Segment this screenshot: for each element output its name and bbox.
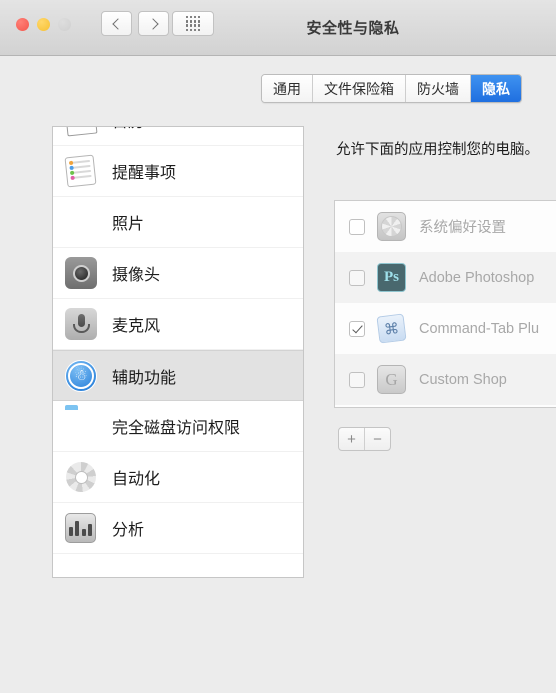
- folder-icon: [64, 409, 98, 443]
- checkmark-icon: [351, 322, 363, 333]
- table-row[interactable]: ⌘ Command-Tab Plu: [335, 303, 556, 354]
- app-name: Custom Shop: [419, 371, 507, 388]
- sidebar-item-microphone[interactable]: 麦克风: [53, 299, 303, 350]
- add-app-button[interactable]: +: [339, 428, 365, 450]
- sidebar-item-partial[interactable]: [53, 554, 303, 577]
- calendar-icon: 17: [64, 127, 98, 137]
- allowed-apps-list[interactable]: 系统偏好设置 Ps Adobe Photoshop ⌘ Command-Tab …: [334, 200, 556, 408]
- sidebar-item-label: 日历: [112, 127, 144, 132]
- sidebar-item-reminders[interactable]: 提醒事项: [53, 146, 303, 197]
- system-preferences-icon: [377, 212, 406, 241]
- table-row[interactable]: Ps Adobe Photoshop: [335, 252, 556, 303]
- camera-icon: [64, 256, 98, 290]
- app-checkbox[interactable]: [349, 218, 365, 235]
- sidebar-item-label: 自动化: [112, 471, 161, 488]
- security-privacy-window: 安全性与隐私 通用 文件保险箱 防火墙 隐私 17 日历 提醒事项: [0, 0, 556, 693]
- app-name: Command-Tab Plu: [419, 320, 540, 337]
- photoshop-icon: Ps: [377, 263, 406, 292]
- add-remove-group: + −: [338, 427, 391, 451]
- reminders-icon: [64, 154, 98, 188]
- analytics-chart-icon: [64, 511, 98, 545]
- command-tab-plus-icon: ⌘: [376, 313, 407, 344]
- window-title: 安全性与隐私: [306, 20, 400, 37]
- microphone-icon: [64, 307, 98, 341]
- sidebar-item-calendar[interactable]: 17 日历: [53, 127, 303, 146]
- table-row[interactable]: G Custom Shop: [335, 354, 556, 405]
- tab-privacy[interactable]: 隐私: [471, 75, 521, 102]
- privacy-category-list[interactable]: 17 日历 提醒事项 照片 摄像头: [52, 126, 304, 578]
- app-name: 系统偏好设置: [419, 220, 506, 236]
- tab-group: 通用 文件保险箱 防火墙 隐私: [261, 74, 522, 103]
- tab-firewall[interactable]: 防火墙: [406, 75, 471, 102]
- table-row[interactable]: 系统偏好设置: [335, 201, 556, 252]
- photos-icon: [64, 205, 98, 239]
- sidebar-item-automation[interactable]: 自动化: [53, 452, 303, 503]
- sidebar-item-label: 完全磁盘访问权限: [112, 420, 241, 437]
- sidebar-item-label: 辅助功能: [112, 369, 177, 387]
- sidebar-item-photos[interactable]: 照片: [53, 197, 303, 248]
- app-checkbox[interactable]: [349, 269, 365, 286]
- pane-description: 允许下面的应用控制您的电脑。: [336, 142, 539, 158]
- sidebar-item-label: 照片: [112, 216, 145, 233]
- sidebar-item-accessibility[interactable]: ☃ 辅助功能: [53, 350, 303, 401]
- sidebar-item-label: 摄像头: [112, 267, 161, 284]
- remove-app-button[interactable]: −: [365, 428, 390, 450]
- automation-gear-icon: [64, 460, 98, 494]
- tab-general[interactable]: 通用: [262, 75, 313, 102]
- sidebar-item-label: 麦克风: [112, 318, 161, 335]
- tab-filevault[interactable]: 文件保险箱: [313, 75, 406, 102]
- partial-icon: [64, 562, 98, 577]
- privacy-category-scroll: 17 日历 提醒事项 照片 摄像头: [53, 127, 303, 577]
- sidebar-item-analytics[interactable]: 分析: [53, 503, 303, 554]
- accessibility-icon: ☃: [64, 359, 98, 393]
- sidebar-item-label: 分析: [112, 522, 145, 539]
- window-titlebar: 安全性与隐私: [0, 0, 556, 56]
- footer-lock-area: 点按锁按钮以进行更改。: [0, 600, 556, 693]
- app-checkbox[interactable]: [349, 371, 365, 388]
- sidebar-item-label: 提醒事项: [112, 165, 177, 182]
- custom-shop-icon: G: [377, 365, 406, 394]
- app-checkbox[interactable]: [349, 320, 365, 337]
- app-name: Adobe Photoshop: [419, 269, 535, 286]
- sidebar-item-camera[interactable]: 摄像头: [53, 248, 303, 299]
- sidebar-item-full-disk-access[interactable]: 完全磁盘访问权限: [53, 401, 303, 452]
